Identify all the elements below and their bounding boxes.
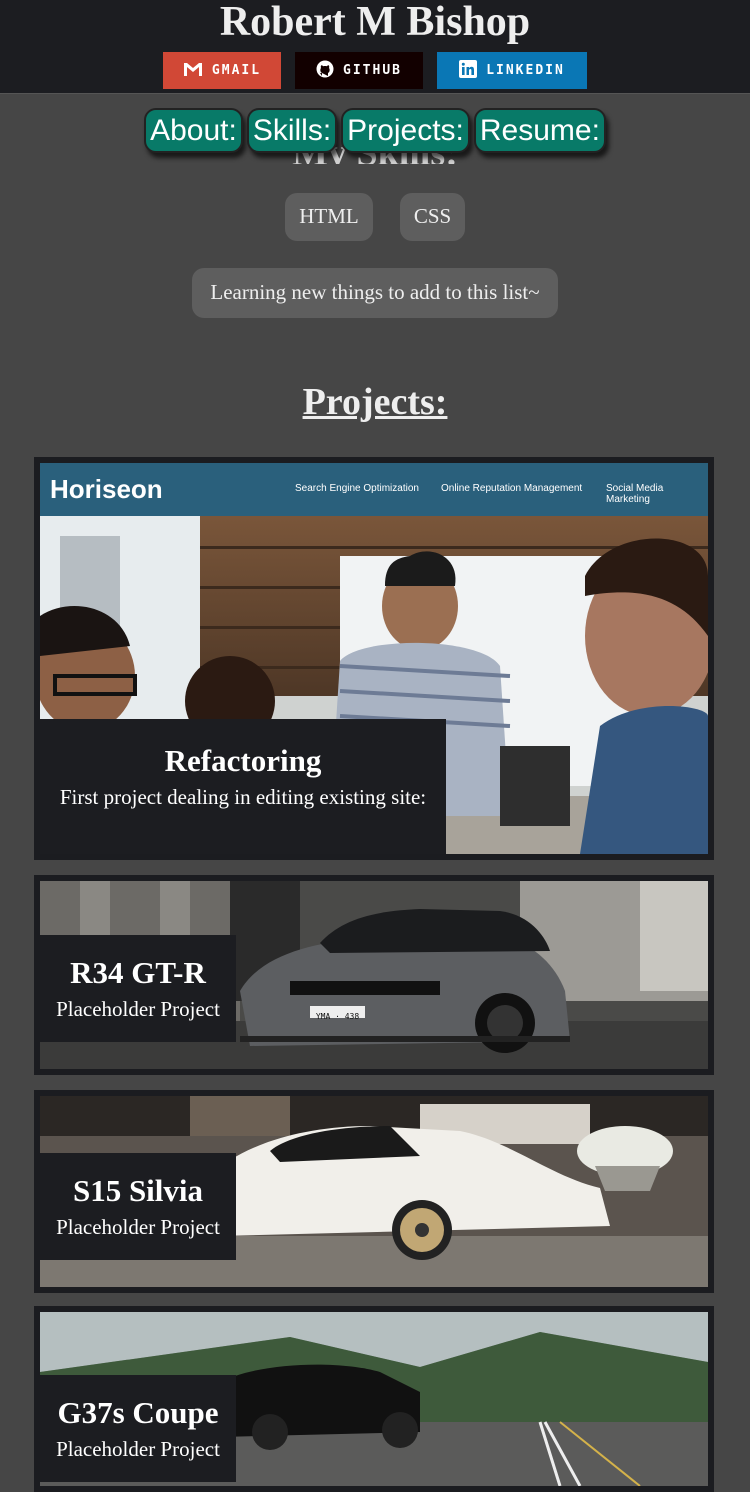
- skill-pill-html: HTML: [285, 193, 373, 241]
- linkedin-icon: [459, 60, 478, 78]
- nav-about-button[interactable]: About:: [144, 108, 243, 153]
- project-title: S15 Silvia: [72, 1173, 204, 1208]
- linkedin-button[interactable]: LINKEDIN: [437, 52, 587, 89]
- nav-projects-button[interactable]: Projects:: [341, 108, 470, 153]
- github-icon: [316, 60, 334, 78]
- horiseon-logo: Horiseon: [50, 474, 163, 504]
- horiseon-link-orm: Online Reputation Management: [441, 483, 583, 494]
- project-image-g37: G37s Coupe Placeholder Project: [40, 1312, 708, 1486]
- r34-plate: YMA · 438: [315, 1012, 360, 1021]
- horiseon-header: Horiseon Search Engine Optimization Onli…: [40, 463, 708, 516]
- project-card-g37[interactable]: G37s Coupe Placeholder Project: [34, 1306, 714, 1492]
- project-caption-g37: G37s Coupe Placeholder Project: [40, 1375, 236, 1482]
- nav-resume-button[interactable]: Resume:: [473, 108, 606, 153]
- gmail-label: GMAIL: [211, 63, 262, 78]
- project-title: G37s Coupe: [57, 1395, 219, 1430]
- project-subtitle: First project dealing in editing existin…: [59, 785, 427, 809]
- contact-badges: GMAIL GITHUB LINKEDIN: [0, 52, 750, 89]
- site-header: Robert M Bishop GMAIL GITHUB LINKEDIN: [0, 0, 750, 94]
- horiseon-link-seo: Search Engine Optimization: [295, 483, 419, 494]
- section-nav: About: Skills: Projects: Resume:: [0, 108, 750, 153]
- project-image-horiseon: Horiseon Search Engine Optimization Onli…: [40, 463, 708, 854]
- github-button[interactable]: GITHUB: [295, 52, 423, 89]
- skill-pill-css: CSS: [400, 193, 465, 241]
- project-image-s15: S15 Silvia Placeholder Project: [40, 1096, 708, 1287]
- project-caption-refactoring: Refactoring First project dealing in edi…: [40, 719, 446, 854]
- project-subtitle: Placeholder Project: [56, 997, 220, 1021]
- project-caption-r34: R34 GT-R Placeholder Project: [40, 935, 236, 1042]
- nav-skills-button[interactable]: Skills:: [246, 108, 338, 153]
- projects-heading: Projects:: [302, 381, 448, 423]
- project-caption-s15: S15 Silvia Placeholder Project: [40, 1153, 236, 1260]
- project-card-r34[interactable]: YMA · 438 R34 GT-R Placeholder Project: [34, 875, 714, 1075]
- gmail-icon: [183, 62, 202, 76]
- project-card-refactoring[interactable]: Horiseon Search Engine Optimization Onli…: [34, 457, 714, 860]
- project-subtitle: Placeholder Project: [56, 1437, 220, 1461]
- horiseon-link-smm: Social Media Marketing: [606, 483, 664, 505]
- linkedin-label: LINKEDIN: [486, 63, 565, 78]
- project-subtitle: Placeholder Project: [56, 1215, 220, 1239]
- skill-pill-learning: Learning new things to add to this list~: [192, 268, 558, 318]
- github-label: GITHUB: [343, 63, 402, 78]
- gmail-button[interactable]: GMAIL: [163, 52, 281, 89]
- project-image-r34: YMA · 438 R34 GT-R Placeholder Project: [40, 881, 708, 1069]
- project-title: R34 GT-R: [70, 955, 206, 990]
- site-title: Robert M Bishop: [219, 0, 531, 45]
- project-card-s15[interactable]: S15 Silvia Placeholder Project: [34, 1090, 714, 1293]
- project-title: Refactoring: [164, 743, 322, 778]
